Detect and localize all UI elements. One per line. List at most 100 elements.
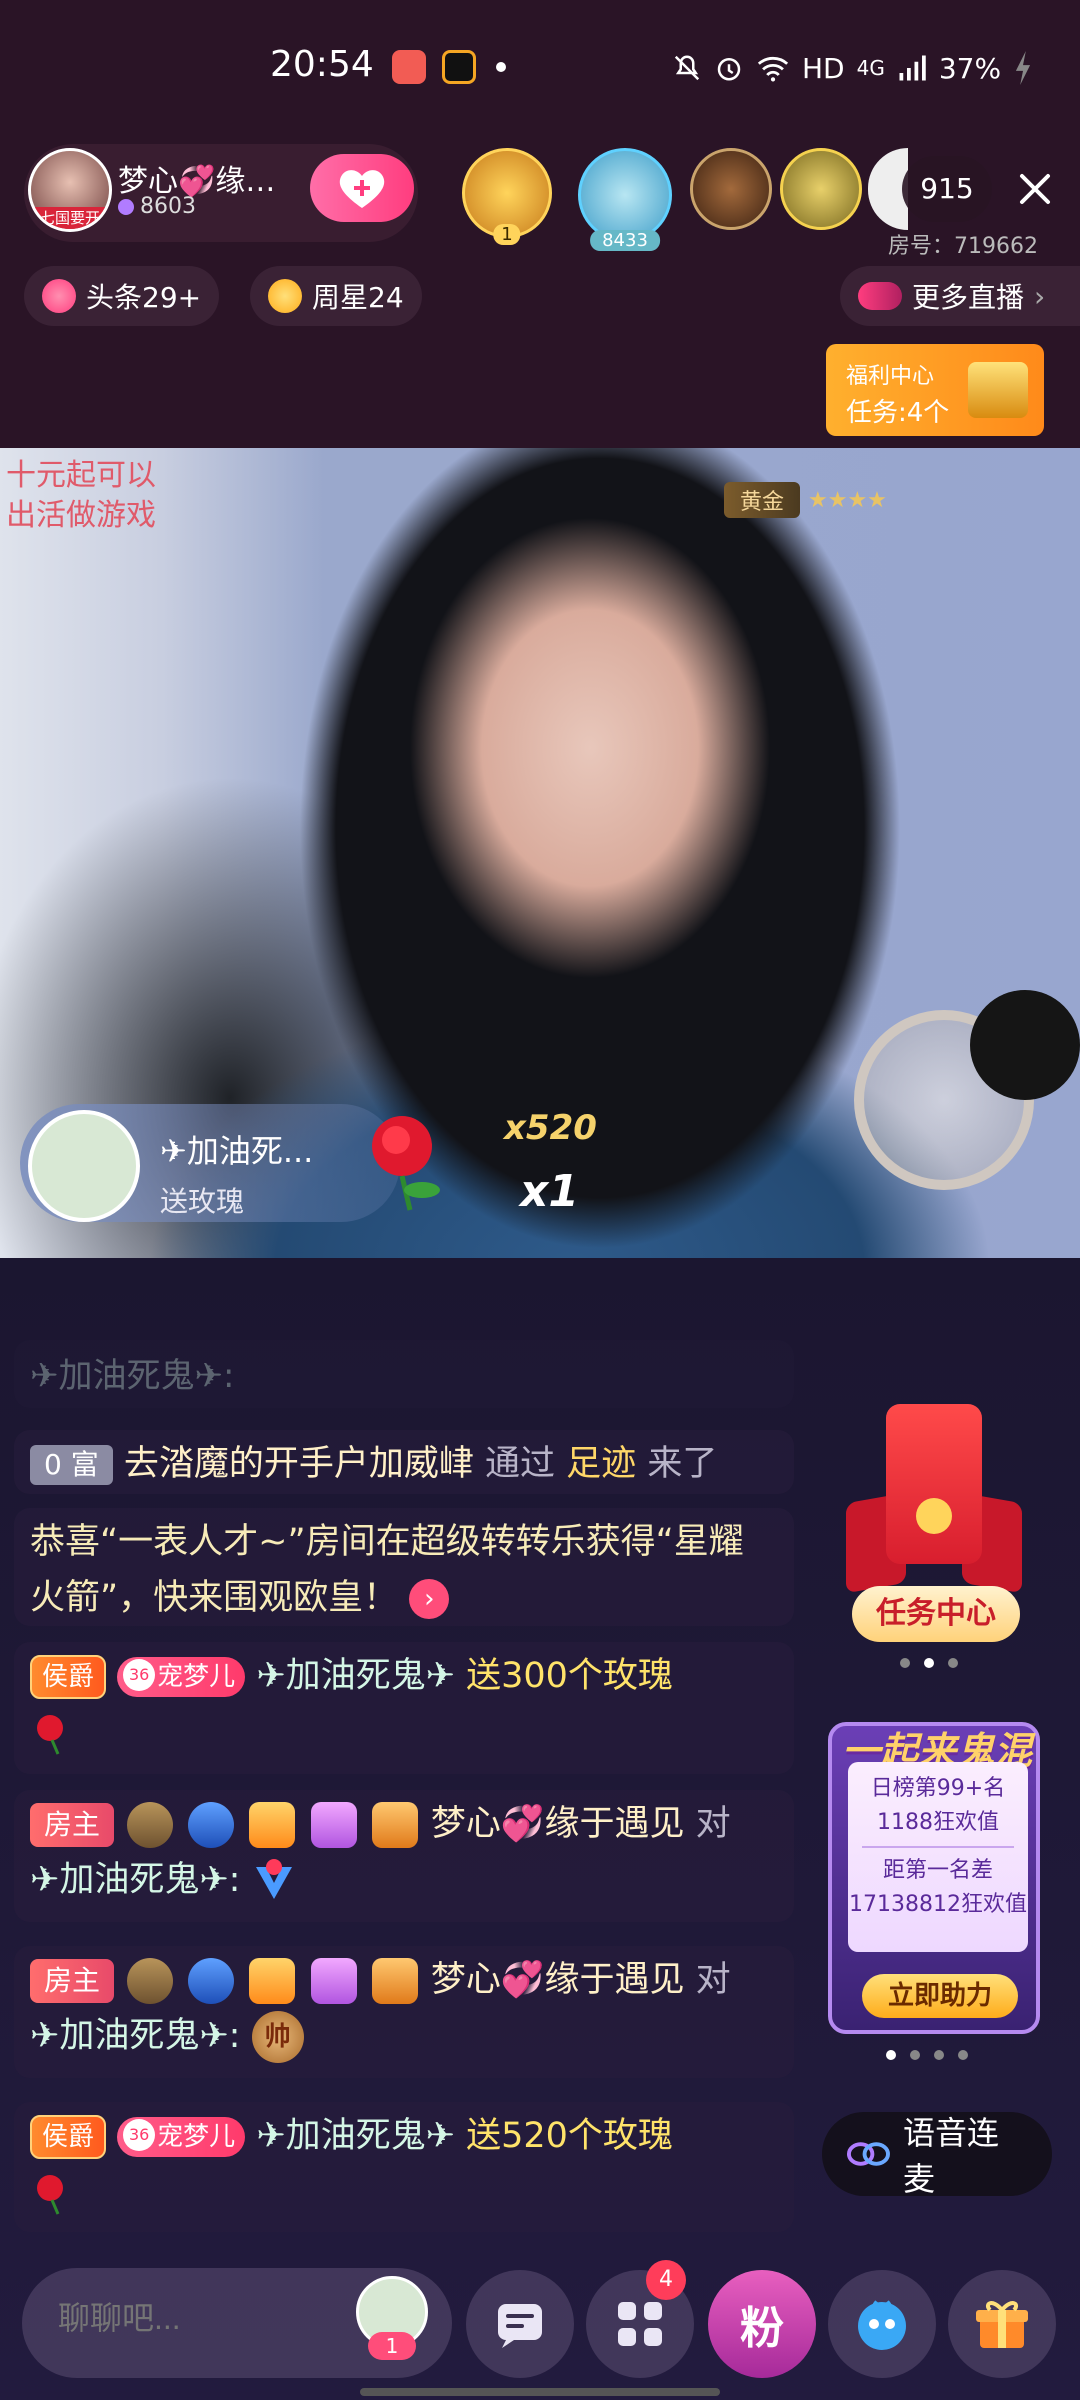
duke-badge: 侯爵 <box>30 1655 107 1699</box>
v5-emote-icon <box>252 1859 296 1903</box>
rank-badge: 黄金 ★★★★ <box>724 480 887 520</box>
divider <box>862 1846 1014 1848</box>
chat-to: 对 <box>695 1960 731 2000</box>
chat-user-name[interactable]: ✈加油死鬼✈ <box>256 1656 455 1696</box>
message-button[interactable] <box>466 2270 574 2378</box>
close-button[interactable] <box>1010 164 1060 214</box>
welfare-tasks: 任务:4个 <box>846 398 950 428</box>
guard-badge-icon <box>310 1802 357 1848</box>
headline-chip[interactable]: 头条29+ <box>24 266 220 326</box>
link-icon <box>846 2142 890 2166</box>
rose-icon <box>30 1710 76 1756</box>
gift-count: x520 <box>504 1108 597 1148</box>
status-time: 20:54 <box>270 44 374 85</box>
week-star-chip[interactable]: 周星24 <box>250 266 422 326</box>
app-notification-icon <box>392 50 426 84</box>
rank-badge-icon <box>127 1958 174 2004</box>
chevron-right-icon[interactable]: › <box>409 1579 450 1619</box>
alarm-icon <box>714 53 744 83</box>
gift-sender-avatar[interactable] <box>28 1110 140 1222</box>
game-icon <box>858 2300 906 2350</box>
top-audience-1[interactable]: 1 <box>462 148 552 245</box>
heart-plus-icon <box>339 170 385 208</box>
chat-target-name[interactable]: ✈加油死鬼✈: <box>30 1860 240 1900</box>
boost-button[interactable]: 立即助力 <box>862 1974 1018 2018</box>
chat-message: 侯爵 宠梦儿 ✈加油死鬼✈ 送300个玫瑰 <box>14 1642 794 1774</box>
headline-label: 头条29+ <box>86 281 202 314</box>
viewer-count[interactable]: 915 <box>902 156 992 222</box>
user-avatar-badge: 1 <box>368 2332 416 2360</box>
app-notification-icon-2 <box>442 50 476 84</box>
gift-sender-name: ✈加油死... <box>160 1132 314 1170</box>
chat-user-name[interactable]: 梦心💞缘于遇见 <box>431 1960 685 2000</box>
carousel-dot-active <box>886 2050 896 2060</box>
room-id: 房号：719662 <box>888 234 1038 259</box>
red-envelope-icon[interactable] <box>886 1404 982 1564</box>
chat-target-name[interactable]: ✈加油死鬼✈: <box>30 2016 240 2056</box>
rose-icon <box>30 2170 76 2216</box>
welfare-center-banner[interactable]: 福利中心 任务:4个 <box>826 344 1044 436</box>
host-fans-count: 8603 <box>140 194 196 219</box>
shield-badge-icon <box>188 1958 235 2004</box>
carousel-dot <box>948 1658 958 1668</box>
chat-gift-text: 送300个玫瑰 <box>466 1656 673 1696</box>
video-overlay-text: 十元起可以 出活做游戏 <box>6 456 156 536</box>
top-audience-4[interactable] <box>780 148 862 230</box>
task-carousel-dots <box>900 1658 958 1668</box>
chat-input[interactable] <box>58 2300 338 2337</box>
rose-icon <box>352 1106 462 1216</box>
chat-message-partial: ✈加油死鬼✈: <box>14 1340 794 1408</box>
system-message-text: 恭喜“一表人才~”房间在超级转转乐获得“星耀火箭”，快来围观欧皇！ <box>30 1522 744 1618</box>
game-button[interactable] <box>828 2270 936 2378</box>
follow-button[interactable] <box>310 154 414 222</box>
chat-message: 房主 梦心💞缘于遇见 对 ✈加油死鬼✈: 帅 <box>14 1946 794 2078</box>
ghost-event-panel: 日榜第99+名 1188狂欢值 距第一名差 17138812狂欢值 <box>848 1762 1028 1952</box>
ghost-rank: 日榜第99+名 <box>870 1776 1006 1801</box>
chat-user-name[interactable]: ✈加油死鬼✈ <box>256 2116 455 2156</box>
voice-link-button[interactable]: 语音连麦 <box>822 2112 1052 2198</box>
status-indicators: HD 4G 37% <box>672 48 1033 88</box>
chat-gift-text: 送520个玫瑰 <box>466 2116 673 2156</box>
close-icon <box>1020 174 1050 204</box>
chat-partial-text: ✈加油死鬼✈: <box>30 1356 235 1396</box>
duke-badge: 侯爵 <box>30 2115 107 2159</box>
wealth-level-tag: 0 富 <box>30 1445 113 1485</box>
top-audience-2-score: 8433 <box>590 230 660 251</box>
carousel-dot-active <box>924 1658 934 1668</box>
gift-button[interactable] <box>948 2270 1056 2378</box>
top-audience-3[interactable] <box>690 148 772 230</box>
home-indicator[interactable] <box>360 2388 720 2396</box>
charging-icon <box>1013 51 1033 85</box>
host-avatar[interactable]: 七国要开 <box>28 148 112 232</box>
shield-badge-icon <box>188 1802 235 1848</box>
carousel-dot <box>900 1658 910 1668</box>
message-icon <box>498 2304 542 2348</box>
task-center-button[interactable]: 任务中心 <box>852 1586 1020 1642</box>
chat-user-name[interactable]: 梦心💞缘于遇见 <box>431 1804 685 1844</box>
top-audience-2[interactable]: 8433 <box>578 148 672 251</box>
coin-icon <box>916 1498 952 1534</box>
top-audience-1-level: 1 <box>493 224 521 245</box>
guard-badge-icon <box>310 1958 357 2004</box>
video-overlay-line-2: 出活做游戏 <box>6 498 156 533</box>
more-live-label: 更多直播 <box>912 281 1025 314</box>
rank-label: 黄金 <box>724 482 801 518</box>
chat-system-message[interactable]: 恭喜“一表人才~”房间在超级转转乐获得“星耀火箭”，快来围观欧皇！ › <box>14 1508 794 1626</box>
fans-button[interactable]: 粉 <box>708 2270 816 2378</box>
ghost-gap-value: 17138812狂欢值 <box>849 1892 1027 1917</box>
apps-badge: 4 <box>646 2260 686 2300</box>
chat-action: 来了 <box>647 1444 718 1484</box>
more-notifications-icon <box>496 62 506 72</box>
signal-icon <box>897 53 927 83</box>
ghost-gap-label: 距第一名差 <box>882 1858 993 1883</box>
host-tag: 房主 <box>30 1959 115 2003</box>
wifi-icon <box>756 53 790 83</box>
video-overlay-line-1: 十元起可以 <box>6 458 156 493</box>
chat-user-name[interactable]: 去涾魔的开手户加威峍 <box>124 1444 474 1484</box>
more-live-button[interactable]: 更多直播 › <box>840 266 1080 326</box>
chat-list[interactable]: ✈加油死鬼✈: 0 富 去涾魔的开手户加威峍 通过 足迹 来了 恭喜“一表人才~… <box>14 1340 794 2240</box>
battery-label: 37% <box>938 51 1002 85</box>
treasure-chest-icon <box>968 362 1028 418</box>
chevron-right-icon: › <box>1034 279 1046 313</box>
ghost-score: 1188狂欢值 <box>877 1810 999 1835</box>
